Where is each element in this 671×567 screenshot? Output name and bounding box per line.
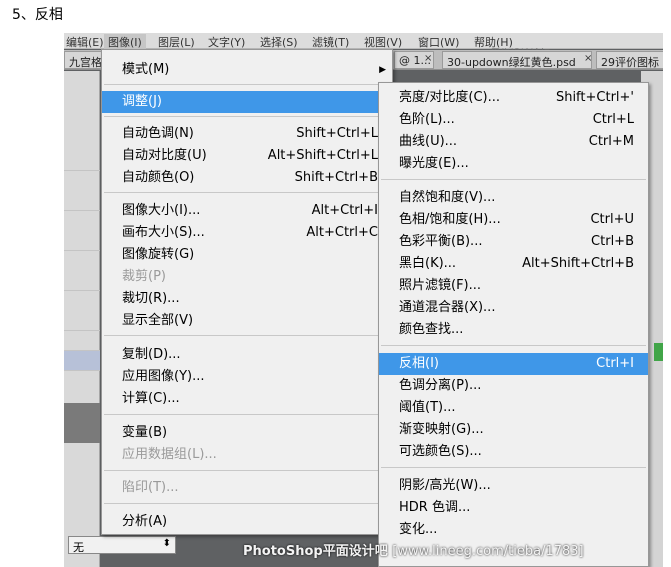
menu-separator (104, 470, 390, 471)
close-icon[interactable]: × (424, 53, 432, 64)
menu-item-channel-mixer[interactable]: 通道混合器(X)... (379, 297, 648, 319)
menu-item-variables[interactable]: 变量(B)▶ (102, 422, 392, 444)
menu-item-apply-image[interactable]: 应用图像(Y)... (102, 366, 392, 388)
menu-item-hue-saturation[interactable]: 色相/饱和度(H)... Ctrl+U (379, 209, 648, 231)
menu-select[interactable]: 选择(S) (260, 34, 298, 50)
menu-item-invert[interactable]: 反相(I) Ctrl+I (379, 353, 648, 375)
panel-color-swatch (654, 343, 663, 361)
forum-watermark: PhotoShop平面设计吧 [www.lineeg.com/tieba/178… (243, 540, 584, 559)
menu-item-posterize[interactable]: 色调分离(P)... (379, 375, 648, 397)
menu-separator (104, 192, 390, 193)
menu-layer[interactable]: 图层(L) (158, 34, 195, 50)
doc-tab[interactable]: 29评价图标 (596, 51, 663, 69)
menu-item-image-rotation[interactable]: 图像旋转(G)▶ (102, 244, 392, 266)
watermark-brand: PhotoShop平面设计吧 (243, 544, 388, 559)
menu-item-vibrance[interactable]: 自然饱和度(V)... (379, 187, 648, 209)
menu-item-gradient-map[interactable]: 渐变映射(G)... (379, 419, 648, 441)
menu-window[interactable]: 窗口(W) (418, 34, 459, 50)
menu-filter[interactable]: 滤镜(T) (312, 34, 349, 50)
menu-item-calculations[interactable]: 计算(C)... (102, 388, 392, 410)
menu-item-image-size[interactable]: 图像大小(I)... Alt+Ctrl+I (102, 200, 392, 222)
menu-item-apply-data-set[interactable]: 应用数据组(L)... (102, 444, 392, 466)
menu-separator (104, 84, 390, 85)
menu-item-mode[interactable]: 模式(M) ▶ (102, 59, 392, 81)
doc-tab[interactable]: 九宫格 (64, 51, 104, 69)
image-menu: 模式(M)▶ 调整(J)▶ 自动色调(N)Shift+Ctrl+L 自动对比度(… (101, 49, 393, 535)
menu-item-canvas-size[interactable]: 画布大小(S)... Alt+Ctrl+C (102, 222, 392, 244)
menu-item-levels[interactable]: 色阶(L)... Ctrl+L (379, 109, 648, 131)
menu-item-brightness-contrast[interactable]: 亮度/对比度(C)... Shift+Ctrl+' (379, 87, 648, 109)
close-icon[interactable]: × (584, 53, 592, 64)
panel-row[interactable] (64, 271, 100, 291)
menu-type[interactable]: 文字(Y) (208, 34, 245, 50)
menu-item-hdr-toning[interactable]: HDR 色调... (379, 497, 648, 519)
menu-item-photo-filter[interactable]: 照片滤镜(F)... (379, 275, 648, 297)
menu-item-exposure[interactable]: 曝光度(E)... (379, 153, 648, 175)
menu-item-selective-color[interactable]: 可选颜色(S)... (379, 441, 648, 463)
menu-view[interactable]: 视图(V) (364, 34, 402, 50)
menu-item-duplicate[interactable]: 复制(D)... (102, 344, 392, 366)
menu-item-crop[interactable]: 裁剪(P) (102, 266, 392, 288)
menu-item-variations[interactable]: 变化... (379, 519, 648, 541)
menu-image[interactable]: 图像(I) (104, 34, 146, 50)
menu-separator (381, 179, 646, 180)
doc-tab[interactable]: 30-updown绿红黄色.psd (442, 51, 592, 69)
menu-item-adjust[interactable]: 调整(J)▶ (102, 91, 392, 113)
menu-item-color-balance[interactable]: 色彩平衡(B)... Ctrl+B (379, 231, 648, 253)
menu-item-black-white[interactable]: 黑白(K)... Alt+Shift+Ctrl+B (379, 253, 648, 275)
panel-row[interactable] (64, 331, 100, 351)
panel-row[interactable] (64, 151, 100, 171)
left-panel (64, 71, 100, 567)
chevron-down-icon: ⬍ (162, 538, 171, 549)
panel-row[interactable] (64, 311, 100, 331)
panel-row-selected[interactable] (64, 351, 100, 371)
menu-item-color-lookup[interactable]: 颜色查找... (379, 319, 648, 341)
menu-separator (381, 345, 646, 346)
menu-separator (104, 414, 390, 415)
photoshop-screenshot: 编辑(E) 图像(I) 图层(L) 文字(Y) 选择(S) 滤镜(T) 视图(V… (64, 33, 663, 567)
menu-item-threshold[interactable]: 阈值(T)... (379, 397, 648, 419)
menu-item-auto-color[interactable]: 自动颜色(O) Shift+Ctrl+B (102, 167, 392, 189)
adjustments-submenu: 亮度/对比度(C)... Shift+Ctrl+' 色阶(L)... Ctrl+L … (378, 82, 649, 567)
panel-divider (64, 403, 100, 443)
step-title: 5、反相 (12, 7, 63, 23)
menu-separator (104, 116, 390, 117)
mode-select-value: 无 (73, 541, 84, 554)
mode-select[interactable]: 无 ⬍ (68, 536, 176, 554)
menu-item-analysis[interactable]: 分析(A)▶ (102, 511, 392, 533)
panel-row[interactable] (64, 231, 100, 251)
menu-item-trap[interactable]: 陷印(T)... (102, 477, 392, 499)
submenu-arrow-icon: ▶ (379, 65, 386, 75)
menu-item-auto-contrast[interactable]: 自动对比度(U) Alt+Shift+Ctrl+L (102, 145, 392, 167)
watermark-url: [www.lineeg.com/tieba/1783] (392, 544, 584, 559)
menu-item-curves[interactable]: 曲线(U)... Ctrl+M (379, 131, 648, 153)
menu-edit[interactable]: 编辑(E) (66, 34, 104, 50)
menu-item-shadows-highlights[interactable]: 阴影/高光(W)... (379, 475, 648, 497)
menu-item-trim[interactable]: 裁切(R)... (102, 288, 392, 310)
menu-item-reveal-all[interactable]: 显示全部(V) (102, 310, 392, 332)
menu-separator (104, 335, 390, 336)
panel-row[interactable] (64, 191, 100, 211)
menu-item-auto-tone[interactable]: 自动色调(N) Shift+Ctrl+L (102, 123, 392, 145)
menu-separator (381, 467, 646, 468)
menu-separator (104, 503, 390, 504)
